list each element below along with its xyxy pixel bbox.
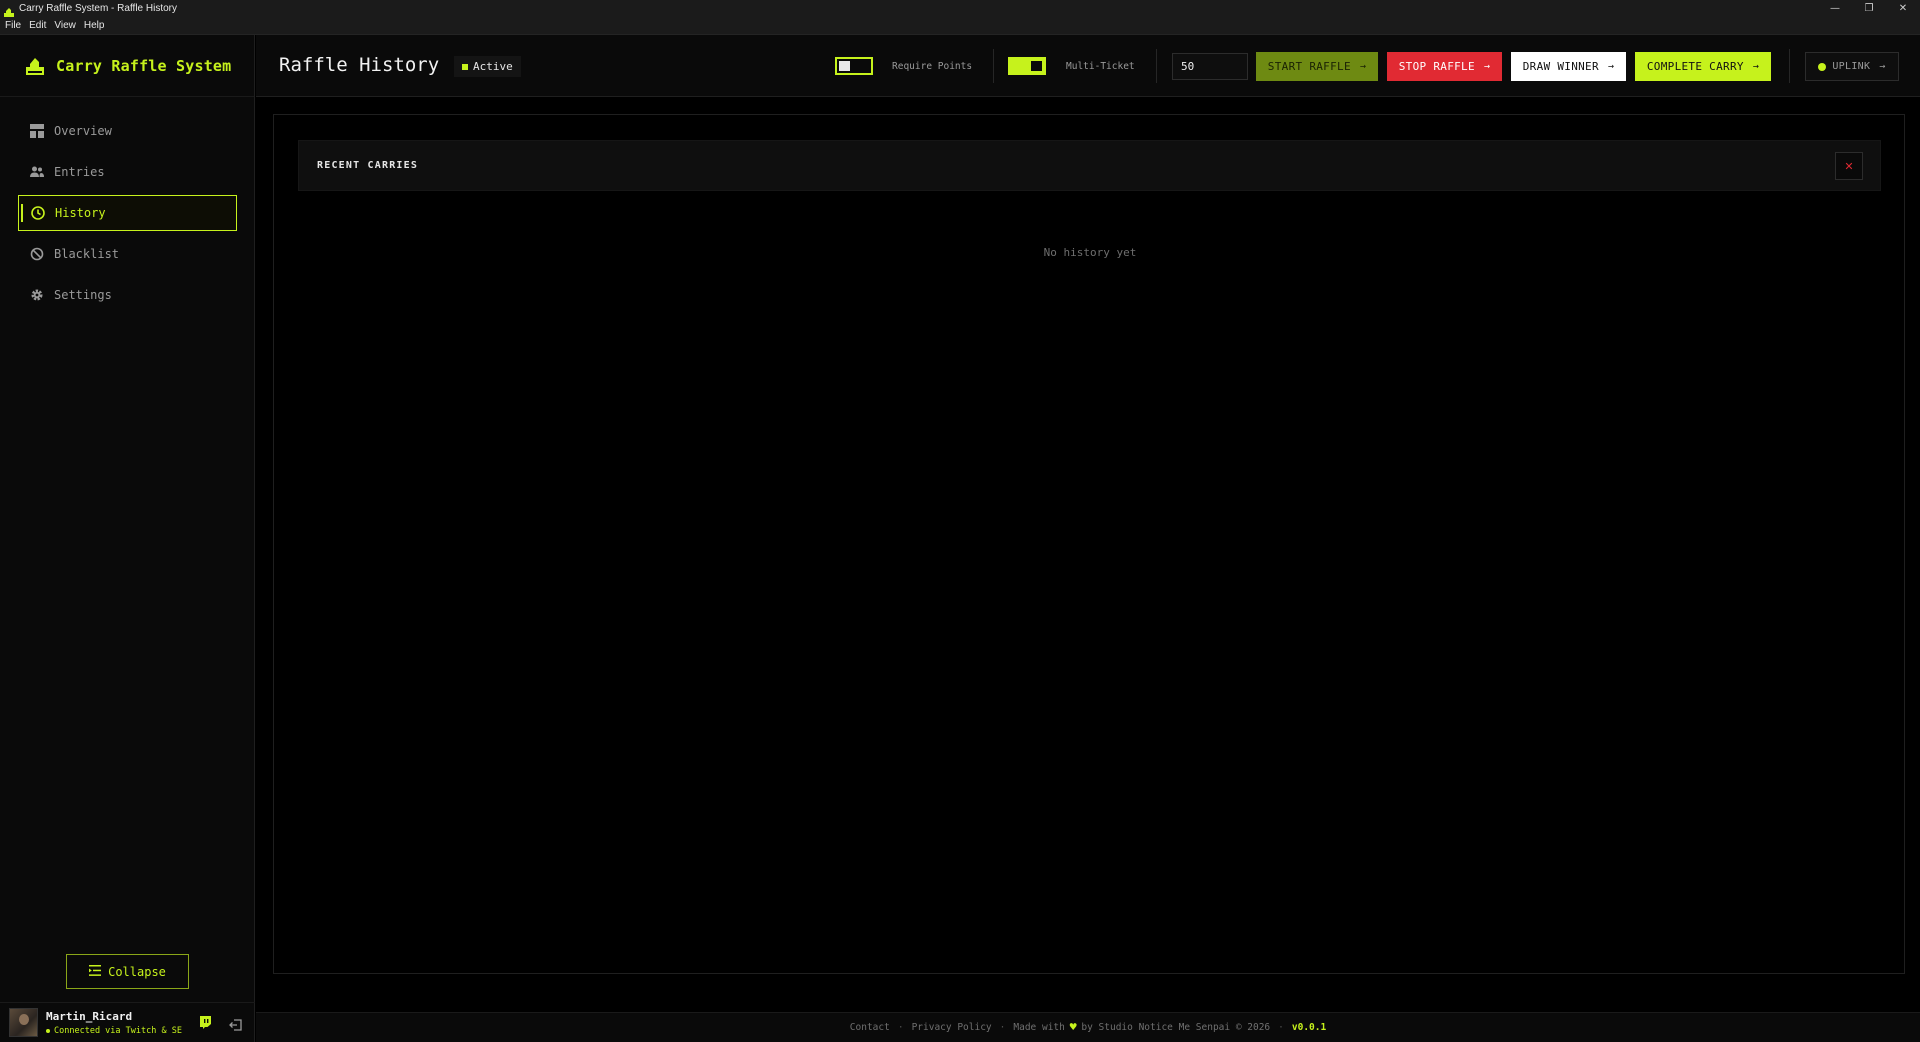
ticket-amount-input[interactable] (1172, 53, 1248, 80)
credits-text: by Studio Notice Me Senpai © 2026 (1081, 1022, 1271, 1033)
menu-view[interactable]: View (54, 20, 76, 31)
header-divider (993, 49, 994, 83)
uplink-status-icon (1818, 62, 1827, 71)
brand-name: Carry Raffle System (56, 56, 232, 75)
connection-status-text: Connected via Twitch & SE (54, 1025, 182, 1036)
status-dot-icon (46, 1028, 50, 1033)
user-panel: Martin_Ricard Connected via Twitch & SE (0, 1002, 255, 1042)
sidebar-nav: Overview Entries History Blacklist Setti… (18, 113, 237, 318)
version-text: v0.0.1 (1291, 1022, 1327, 1033)
arrow-right-icon: → (1752, 61, 1760, 72)
sidebar-item-blacklist[interactable]: Blacklist (18, 236, 237, 272)
arrow-right-icon: → (1359, 61, 1367, 72)
arrow-right-icon: → (1879, 61, 1886, 72)
stop-raffle-button[interactable]: STOP RAFFLE → (1387, 52, 1502, 81)
multi-ticket-toggle[interactable] (1008, 57, 1046, 75)
footer: Contact · Privacy Policy · Made with ♥ b… (256, 1012, 1920, 1042)
start-raffle-label: START RAFFLE (1267, 60, 1351, 73)
stop-raffle-label: STOP RAFFLE (1398, 60, 1475, 73)
twitch-icon[interactable] (199, 1015, 212, 1034)
collapse-label: Collapse (108, 964, 166, 979)
recent-carries-title: RECENT CARRIES (317, 160, 419, 171)
users-icon (30, 165, 44, 179)
history-icon (31, 206, 45, 220)
window-titlebar: Carry Raffle System - Raffle History — ❐… (0, 0, 1920, 17)
footer-separator: · (999, 1022, 1006, 1033)
sidebar-item-label: Entries (54, 165, 105, 179)
sidebar-item-settings[interactable]: Settings (18, 277, 237, 313)
start-raffle-button[interactable]: START RAFFLE → (1256, 52, 1378, 81)
status-indicator-icon (462, 63, 468, 70)
gear-icon (30, 288, 44, 302)
window-controls: — ❐ ✕ (1818, 0, 1920, 17)
menu-file[interactable]: File (5, 20, 21, 31)
ban-icon (30, 247, 44, 261)
arrow-right-icon: → (1483, 61, 1491, 72)
empty-state-message: No history yet (1043, 246, 1137, 259)
brand: Carry Raffle System (0, 35, 254, 97)
status-badge-text: Active (473, 60, 513, 73)
toggle-knob (839, 61, 850, 71)
sidebar-item-label: Overview (54, 124, 112, 138)
sidebar-item-history[interactable]: History (18, 195, 237, 231)
arrow-right-icon: → (1607, 61, 1615, 72)
uplink-button[interactable]: UPLINK → (1805, 52, 1899, 81)
privacy-policy-link[interactable]: Privacy Policy (912, 1022, 992, 1033)
menu-bar: File Edit View Help (0, 17, 1920, 35)
require-points-label: Require Points (892, 61, 973, 72)
app-icon (3, 3, 15, 17)
close-icon: ✕ (1844, 159, 1854, 173)
toggle-knob (1031, 61, 1042, 71)
connection-status: Connected via Twitch & SE (46, 1026, 182, 1036)
contact-link[interactable]: Contact (850, 1022, 890, 1033)
footer-separator: · (897, 1022, 904, 1033)
menu-edit[interactable]: Edit (29, 20, 46, 31)
close-window-button[interactable]: ✕ (1886, 0, 1920, 17)
complete-carry-button[interactable]: COMPLETE CARRY → (1635, 52, 1771, 81)
sidebar: Carry Raffle System Overview Entries His… (0, 35, 255, 1042)
history-panel: RECENT CARRIES ✕ No history yet (273, 114, 1905, 974)
restore-button[interactable]: ❐ (1852, 0, 1886, 17)
header-divider (1156, 49, 1157, 83)
sidebar-item-label: History (55, 206, 106, 220)
collapse-icon (89, 964, 102, 979)
footer-separator: · (1278, 1022, 1284, 1033)
made-with-text: Made with (1013, 1022, 1065, 1033)
require-points-toggle[interactable] (835, 57, 873, 75)
top-header: Raffle History Active Require Points Mul… (256, 35, 1920, 97)
sidebar-item-label: Blacklist (54, 247, 120, 261)
multi-ticket-label: Multi-Ticket (1066, 61, 1135, 72)
uplink-label: UPLINK (1832, 61, 1871, 72)
sidebar-item-overview[interactable]: Overview (18, 113, 237, 149)
logout-icon[interactable] (229, 1016, 242, 1035)
window-title: Carry Raffle System - Raffle History (19, 3, 178, 14)
minimize-button[interactable]: — (1818, 0, 1852, 17)
sidebar-item-label: Settings (54, 288, 112, 302)
menu-help[interactable]: Help (84, 20, 105, 31)
heart-icon: ♥ (1068, 1022, 1078, 1033)
clear-history-button[interactable]: ✕ (1835, 152, 1863, 180)
page-title: Raffle History (279, 54, 440, 76)
complete-carry-label: COMPLETE CARRY (1646, 60, 1744, 73)
draw-winner-label: DRAW WINNER (1522, 60, 1599, 73)
dashboard-icon (30, 124, 44, 138)
recent-carries-header: RECENT CARRIES ✕ (298, 140, 1881, 191)
draw-winner-button[interactable]: DRAW WINNER → (1511, 52, 1626, 81)
header-divider (1789, 49, 1790, 83)
sidebar-item-entries[interactable]: Entries (18, 154, 237, 190)
brand-logo-icon (24, 56, 46, 76)
collapse-button[interactable]: Collapse (66, 954, 189, 989)
status-badge: Active (454, 56, 521, 77)
avatar (9, 1008, 38, 1037)
user-name: Martin_Ricard (46, 1009, 133, 1023)
user-info: Martin_Ricard Connected via Twitch & SE (46, 1010, 182, 1036)
